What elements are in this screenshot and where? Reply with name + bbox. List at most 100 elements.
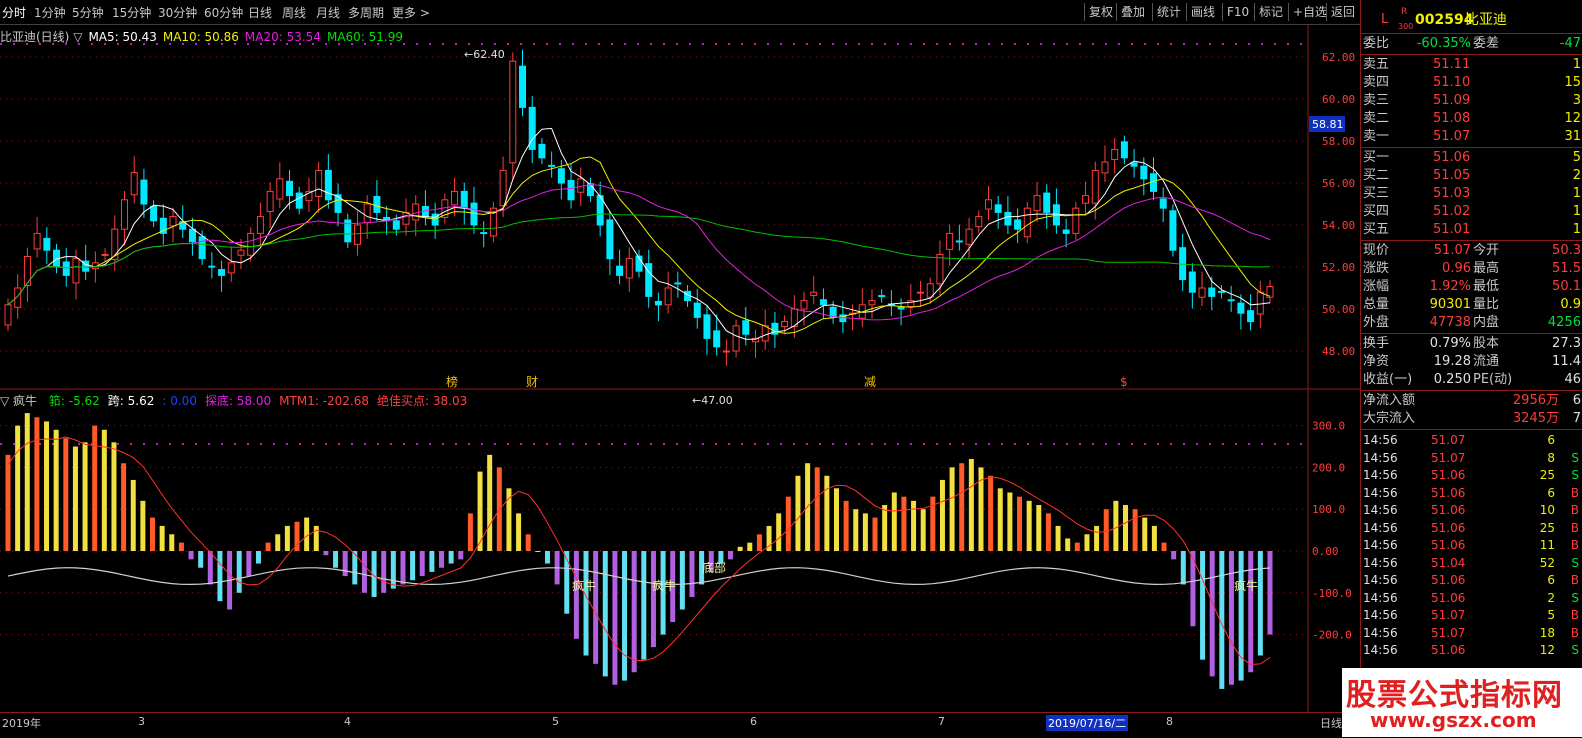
candle-body[interactable] xyxy=(693,302,701,318)
candle-body[interactable] xyxy=(4,304,12,326)
candle-body[interactable] xyxy=(188,228,196,243)
candle-body[interactable] xyxy=(120,199,128,230)
period-tab[interactable]: 月线 xyxy=(316,4,340,21)
indicator-name[interactable]: ▽ 疯牛 xyxy=(0,394,37,408)
period-tab[interactable]: 周线 xyxy=(282,4,306,21)
candle-body[interactable] xyxy=(557,168,565,184)
candle-body[interactable] xyxy=(625,258,633,279)
candle-body[interactable] xyxy=(664,287,672,306)
candle-body[interactable] xyxy=(538,143,546,159)
candle-body[interactable] xyxy=(1062,229,1070,234)
period-tab[interactable]: 30分钟 xyxy=(158,4,197,21)
period-tab[interactable]: 更多 > xyxy=(392,4,430,21)
event-mark[interactable]: $ xyxy=(1120,375,1128,389)
candle-body[interactable] xyxy=(286,180,294,197)
period-tab[interactable]: 1分钟 xyxy=(34,4,66,21)
candle-body[interactable] xyxy=(315,169,323,197)
candle-body[interactable] xyxy=(1159,198,1167,209)
candle-body[interactable] xyxy=(606,219,614,260)
candle-body[interactable] xyxy=(169,216,177,227)
candle-body[interactable] xyxy=(936,253,944,285)
candle-body[interactable] xyxy=(761,325,769,342)
candle-body[interactable] xyxy=(373,195,381,213)
candle-body[interactable] xyxy=(256,216,264,234)
candle-body[interactable] xyxy=(237,249,245,256)
candle-body[interactable] xyxy=(412,203,420,221)
candle-body[interactable] xyxy=(781,321,789,328)
candle-body[interactable] xyxy=(577,178,585,193)
candle-body[interactable] xyxy=(586,183,594,197)
period-tab[interactable]: 15分钟 xyxy=(112,4,151,21)
toolbar-button[interactable]: +自选 xyxy=(1288,3,1331,21)
candle-body[interactable] xyxy=(1208,287,1216,297)
candle-body[interactable] xyxy=(363,203,371,223)
toolbar-button[interactable]: 标记 xyxy=(1254,3,1287,21)
candle-body[interactable] xyxy=(800,300,808,310)
event-mark[interactable]: 减 xyxy=(864,375,876,389)
candle-body[interactable] xyxy=(567,179,575,201)
candle-body[interactable] xyxy=(722,350,730,353)
candle-body[interactable] xyxy=(955,240,963,243)
candle-body[interactable] xyxy=(62,261,70,276)
candle-body[interactable] xyxy=(917,291,925,294)
candle-body[interactable] xyxy=(392,220,400,230)
toolbar-button[interactable]: 复权 xyxy=(1084,3,1117,21)
candle-body[interactable] xyxy=(732,325,740,352)
period-tab[interactable]: 分时 xyxy=(2,4,26,21)
toolbar-button[interactable]: 返回 xyxy=(1326,3,1359,21)
event-mark[interactable]: 财 xyxy=(526,375,538,389)
candle-body[interactable] xyxy=(654,300,662,306)
candle-body[interactable] xyxy=(1237,302,1245,314)
period-tab[interactable]: 5分钟 xyxy=(72,4,104,21)
candle-body[interactable] xyxy=(1004,211,1012,226)
candle-body[interactable] xyxy=(218,269,226,276)
candle-body[interactable] xyxy=(548,164,556,167)
candle-body[interactable] xyxy=(266,190,274,213)
candle-body[interactable] xyxy=(150,206,158,222)
candle-body[interactable] xyxy=(819,299,827,306)
candle-body[interactable] xyxy=(1227,299,1235,302)
candle-body[interactable] xyxy=(208,265,216,268)
candle-body[interactable] xyxy=(227,262,235,274)
candle-body[interactable] xyxy=(713,330,721,348)
candle-body[interactable] xyxy=(198,236,206,260)
candle-body[interactable] xyxy=(1082,195,1090,204)
candle-body[interactable] xyxy=(509,60,517,164)
candle-body[interactable] xyxy=(247,232,255,256)
candle-body[interactable] xyxy=(1169,210,1177,251)
candle-body[interactable] xyxy=(868,300,876,306)
candle-body[interactable] xyxy=(130,172,138,196)
candle-body[interactable] xyxy=(324,169,332,201)
toolbar-button[interactable]: 统计 xyxy=(1152,3,1185,21)
candle-body[interactable] xyxy=(742,320,750,335)
candle-body[interactable] xyxy=(1120,141,1128,159)
candle-body[interactable] xyxy=(402,211,410,225)
period-tab[interactable]: 日线 xyxy=(248,4,272,21)
candle-body[interactable] xyxy=(1130,162,1138,167)
candle-body[interactable] xyxy=(810,291,818,297)
candle-body[interactable] xyxy=(994,204,1002,213)
candle-body[interactable] xyxy=(353,224,361,245)
candle-body[interactable] xyxy=(1217,290,1225,293)
candle-body[interactable] xyxy=(276,178,284,200)
toolbar-button[interactable]: 叠加 xyxy=(1116,3,1149,21)
candle-body[interactable] xyxy=(480,232,488,235)
candle-body[interactable] xyxy=(878,295,886,298)
candle-body[interactable] xyxy=(295,192,303,209)
candle-body[interactable] xyxy=(1072,207,1080,234)
candle-body[interactable] xyxy=(1247,310,1255,323)
period-tab[interactable]: 60分钟 xyxy=(204,4,243,21)
candle-body[interactable] xyxy=(72,258,80,284)
candle-body[interactable] xyxy=(519,65,527,108)
candle-body[interactable] xyxy=(1014,219,1022,230)
toolbar-button[interactable]: F10 xyxy=(1222,3,1253,21)
candle-body[interactable] xyxy=(703,314,711,339)
candle-body[interactable] xyxy=(1256,291,1264,315)
candle-body[interactable] xyxy=(946,232,954,250)
candle-body[interactable] xyxy=(616,265,624,276)
candle-body[interactable] xyxy=(674,282,682,285)
candle-body[interactable] xyxy=(1033,195,1041,212)
candle-body[interactable] xyxy=(1150,173,1158,192)
candle-body[interactable] xyxy=(965,228,973,245)
kline-chart[interactable]: 62.00 60.00 58.00 56.00 54.00 52.00 50.00 48.00… xyxy=(0,24,1360,712)
